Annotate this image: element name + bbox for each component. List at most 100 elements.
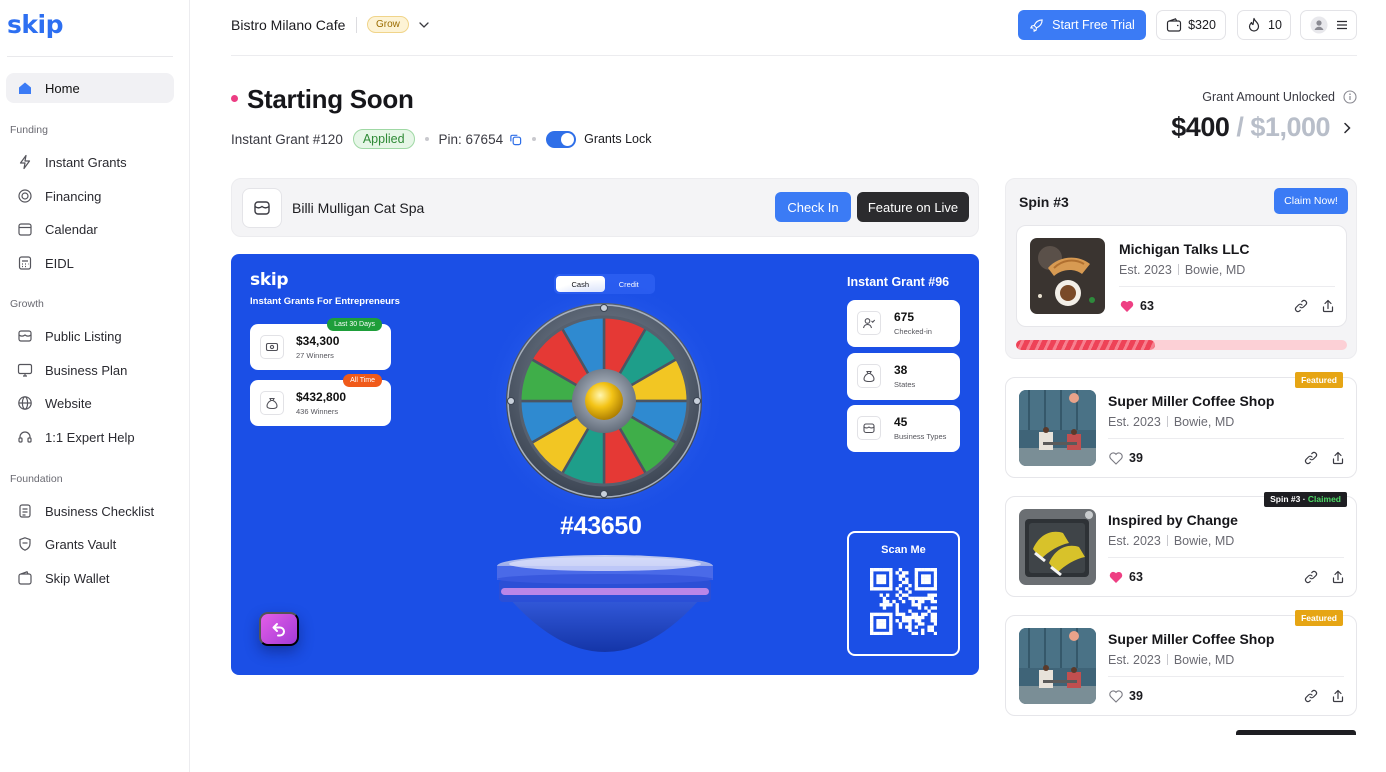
like-count[interactable]: 39 (1109, 689, 1143, 703)
qr-module (924, 596, 928, 601)
stat-value: 45 (894, 415, 908, 429)
start-free-trial-button[interactable]: Start Free Trial (1018, 10, 1146, 40)
qr-module (911, 599, 915, 604)
wallet-balance-button[interactable]: $320 (1156, 10, 1226, 40)
sidebar-item-financing[interactable]: Financing (6, 181, 174, 211)
qr-module (876, 577, 880, 581)
pin-code: Pin: 67654 (438, 131, 504, 147)
sidebar-item-expert-help[interactable]: 1:1 Expert Help (6, 422, 174, 452)
qr-module (901, 619, 906, 623)
info-icon[interactable] (1343, 90, 1357, 104)
qr-module (933, 587, 937, 591)
qr-module (927, 625, 931, 629)
feature-on-live-button[interactable]: Feature on Live (857, 192, 969, 222)
established: Est. 2023 (1108, 415, 1161, 429)
qr-module (914, 577, 919, 581)
qr-module (870, 568, 874, 572)
like-count-value: 63 (1140, 299, 1154, 313)
wallet-icon (1166, 18, 1182, 32)
sidebar-item-website[interactable]: Website (6, 388, 174, 418)
grants-lock-toggle[interactable] (546, 130, 577, 148)
wheel-bolt (600, 490, 608, 498)
qr-module (885, 587, 890, 591)
qr-module (870, 631, 874, 635)
qr-module (876, 631, 880, 635)
like-count[interactable]: 63 (1109, 570, 1143, 584)
card-divider (1108, 676, 1344, 677)
sidebar-item-business-plan[interactable]: Business Plan (6, 355, 174, 385)
sidebar-item-grants-vault[interactable]: Grants Vault (6, 529, 174, 559)
listing-card[interactable]: Featured Super Miller Coffee Shop Est. 2… (1005, 610, 1357, 716)
qr-module (889, 619, 893, 623)
meta-divider (1166, 654, 1168, 665)
sidebar-item-calendar[interactable]: Calendar (6, 214, 174, 244)
ribbon-spin-text: Spin #3 (1270, 494, 1301, 504)
chevron-right-icon[interactable] (1340, 121, 1354, 135)
winner-card[interactable]: Michigan Talks LLC Est. 2023 Bowie, MD 63 (1016, 225, 1347, 327)
qr-module (882, 631, 887, 635)
share-icon[interactable] (1321, 299, 1335, 313)
account-menu-button[interactable] (1300, 10, 1357, 40)
qr-module (914, 625, 919, 629)
sidebar-divider (7, 56, 173, 57)
qr-module (882, 612, 887, 617)
undo-button[interactable] (259, 612, 299, 646)
sidebar-item-business-checklist[interactable]: Business Checklist (6, 496, 174, 526)
check-in-button[interactable]: Check In (775, 192, 851, 222)
qr-module (882, 574, 887, 578)
qr-module (901, 615, 906, 620)
listing-card[interactable]: Spin #3 · Claimed Inspired by Change Est… (1005, 492, 1357, 597)
dot-separator (424, 137, 429, 141)
globe-icon (18, 396, 32, 410)
share-icon[interactable] (1331, 689, 1345, 703)
share-icon[interactable] (1331, 570, 1345, 584)
qr-module (917, 619, 922, 623)
qr-module (927, 574, 931, 578)
business-switcher-name[interactable]: Bistro Milano Cafe (231, 17, 345, 33)
sidebar-item-home[interactable]: Home (6, 73, 174, 103)
link-icon[interactable] (1304, 570, 1318, 584)
qr-module (879, 619, 883, 623)
qr-module (879, 593, 883, 597)
qr-module (914, 603, 919, 607)
qr-module (873, 631, 877, 635)
qr-module (933, 580, 937, 585)
qr-module (908, 590, 912, 594)
qr-module (885, 599, 890, 604)
qr-module (924, 606, 928, 610)
sidebar-item-skip-wallet[interactable]: Skip Wallet (6, 563, 174, 593)
sidebar-item-instant-grants[interactable]: Instant Grants (6, 147, 174, 177)
qr-module (870, 583, 874, 588)
link-icon[interactable] (1304, 451, 1318, 465)
qr-module (911, 596, 915, 601)
qr-module (921, 631, 925, 635)
qr-module (924, 577, 928, 581)
qr-module (889, 587, 893, 591)
prize-wheel (482, 280, 726, 523)
sidebar-item-public-listing[interactable]: Public Listing (6, 321, 174, 351)
qr-module (895, 593, 899, 597)
location: Bowie, MD (1173, 534, 1235, 548)
qr-module (889, 583, 893, 588)
qr-module (927, 593, 931, 597)
qr-module (885, 603, 890, 607)
qr-module (905, 619, 909, 623)
claim-now-button[interactable]: Claim Now! (1274, 188, 1348, 214)
heart-outline-icon (1109, 689, 1123, 703)
link-icon[interactable] (1304, 689, 1318, 703)
qr-module (905, 587, 909, 591)
streak-button[interactable]: 10 (1237, 10, 1291, 40)
qr-scan-box[interactable]: Scan Me (847, 531, 960, 656)
qr-module (933, 599, 937, 604)
sidebar-item-eidl[interactable]: EIDL (6, 248, 174, 278)
wallet-icon (18, 571, 32, 585)
share-icon[interactable] (1331, 451, 1345, 465)
like-count[interactable]: 63 (1120, 299, 1154, 313)
qr-module (908, 619, 912, 623)
chevron-down-icon[interactable] (417, 18, 431, 32)
listing-card[interactable]: Featured Super Miller Coffee Shop Est. 2… (1005, 372, 1357, 478)
copy-icon[interactable] (509, 133, 522, 146)
link-icon[interactable] (1294, 299, 1308, 313)
like-count[interactable]: 39 (1109, 451, 1143, 465)
skip-logo[interactable]: skip (7, 10, 63, 39)
